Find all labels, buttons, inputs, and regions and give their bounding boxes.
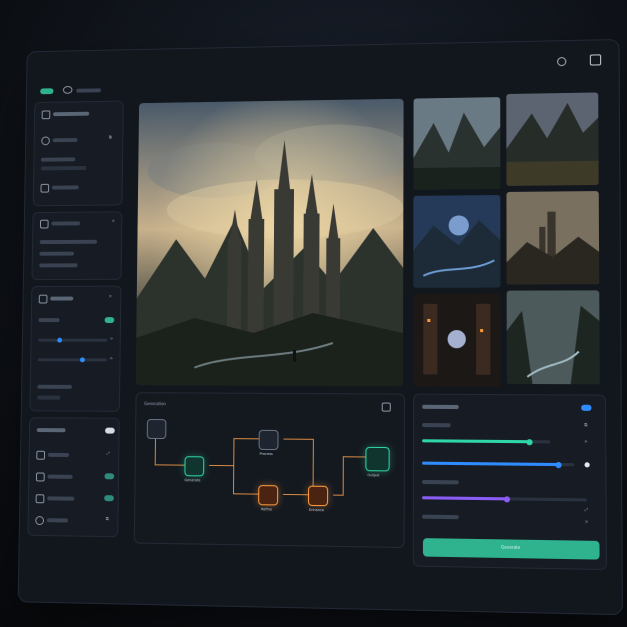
node-label: Enhance [308, 507, 325, 513]
slider-2[interactable] [422, 461, 575, 468]
layers-icon[interactable] [39, 219, 49, 229]
node-process[interactable] [258, 429, 279, 451]
status-pill [40, 88, 54, 95]
settings-icon[interactable] [41, 110, 51, 120]
panel-title [422, 404, 459, 410]
row-label [422, 479, 459, 485]
value-dot [584, 462, 590, 468]
row-icon[interactable] [35, 472, 45, 482]
gallery-thumb-1[interactable] [413, 97, 501, 190]
row-label [47, 496, 75, 501]
row-icon[interactable] [41, 136, 50, 146]
title-placeholder [76, 88, 102, 93]
stepper-icon[interactable]: ⋗ [110, 336, 113, 341]
node-label: Generate [184, 478, 201, 483]
row-label [422, 423, 451, 428]
slider-1[interactable] [422, 438, 551, 445]
stepper-icon[interactable]: ⋗ [584, 439, 588, 444]
toggle[interactable] [104, 473, 115, 480]
gallery-thumb-2[interactable] [506, 92, 599, 186]
node-label: Output [367, 473, 380, 478]
toggle[interactable] [105, 427, 115, 434]
row-label [47, 452, 70, 457]
row-label [46, 518, 69, 523]
toggle[interactable] [104, 495, 114, 502]
row-icon[interactable] [35, 494, 45, 504]
sidebar-panel-2: × [31, 211, 123, 281]
input-node[interactable] [146, 419, 167, 440]
row-label [47, 474, 73, 479]
panel-title [51, 221, 81, 226]
expand-icon[interactable]: ⤢ [107, 450, 110, 455]
gallery-thumb-6[interactable] [506, 290, 600, 385]
row-label [40, 165, 87, 171]
panel-title [36, 428, 66, 433]
node-refine[interactable] [258, 485, 279, 506]
sidebar-panel-3: × ⋗ ⋗ [29, 285, 122, 412]
sidebar-panel-4: ⤢ ⧉ [27, 417, 120, 538]
app-window: ⧉ × × ⋗ ⋗ ⤢ ⧉ Generation Generate Proces… [17, 38, 623, 616]
close-icon[interactable]: × [585, 519, 589, 524]
gallery-thumb-3[interactable] [413, 195, 501, 288]
slider-a[interactable] [38, 337, 108, 343]
sidebar-panel-1: ⧉ [32, 100, 124, 207]
stepper-icon[interactable]: ⋗ [110, 356, 113, 361]
row-label [37, 395, 61, 400]
slider-b[interactable] [37, 357, 107, 363]
link-icon[interactable]: ⧉ [109, 135, 112, 140]
search-icon[interactable] [557, 57, 567, 67]
window-icon[interactable] [589, 54, 602, 66]
preview-image[interactable] [135, 98, 404, 387]
row-label [39, 251, 74, 256]
row-label [40, 157, 76, 162]
node-graph-panel: Generation Generate Process Refine Enhan… [133, 392, 405, 549]
row-label [421, 514, 459, 520]
link-icon[interactable]: ⧉ [106, 516, 109, 521]
gallery-thumb-5[interactable] [413, 293, 501, 387]
close-icon[interactable]: × [112, 218, 115, 223]
sliders-icon[interactable] [38, 294, 48, 304]
node-label: Process [259, 451, 273, 457]
row-label [39, 239, 98, 245]
expand-icon[interactable]: ⤢ [585, 507, 588, 512]
link-icon[interactable]: ⧉ [584, 422, 587, 427]
row-icon[interactable] [35, 516, 45, 526]
slider-3[interactable] [422, 495, 587, 502]
eye-icon[interactable] [62, 85, 73, 94]
panel-title [53, 111, 90, 117]
app-stage: ⧉ × × ⋗ ⋗ ⤢ ⧉ Generation Generate Proces… [0, 0, 627, 627]
row-icon[interactable] [36, 450, 46, 460]
row-label [52, 137, 78, 143]
toggle[interactable] [104, 317, 115, 324]
node-output[interactable] [365, 446, 390, 472]
panel-title [50, 296, 74, 301]
node-enhance[interactable] [307, 485, 329, 507]
gallery-thumb-4[interactable] [506, 191, 600, 285]
row-label [38, 318, 60, 323]
row-label [51, 185, 79, 190]
row-label [39, 263, 78, 268]
row-label [37, 384, 72, 389]
toggle[interactable] [581, 404, 592, 411]
node-label: Refine [261, 507, 273, 512]
row-icon[interactable] [40, 183, 50, 193]
collapse-icon[interactable]: × [109, 294, 112, 299]
generate-button[interactable]: Generate [422, 538, 600, 560]
node-generate[interactable] [184, 456, 205, 477]
